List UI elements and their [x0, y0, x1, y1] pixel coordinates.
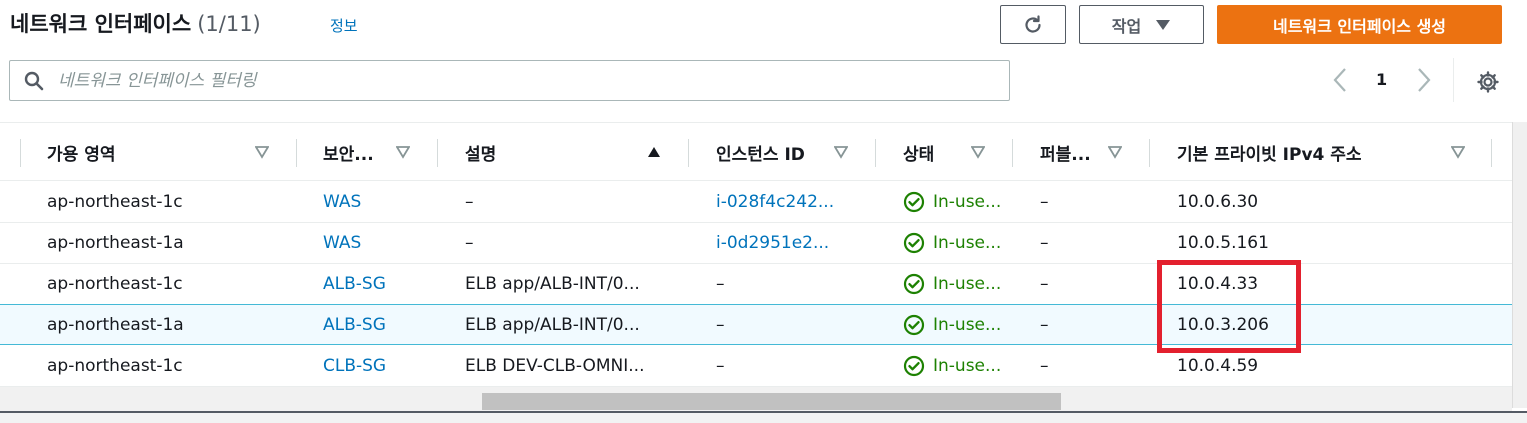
status-label: In-use...	[933, 233, 1002, 253]
column-divider	[688, 139, 689, 167]
cell-security-group-link[interactable]: WAS	[323, 182, 361, 222]
column-divider	[1149, 139, 1150, 167]
cell-az: ap-northeast-1c	[47, 356, 183, 376]
column-header-az[interactable]: 가용 영역	[47, 123, 115, 181]
cell-public-ip: –	[1040, 356, 1049, 376]
cell-instance-link[interactable]: i-0d2951e2...	[716, 223, 829, 263]
table-row[interactable]: ap-northeast-1c WAS – i-028f4c242... In-…	[0, 182, 1512, 223]
cell-public-ip: –	[1040, 233, 1049, 253]
chevron-left-icon[interactable]	[1332, 67, 1348, 93]
sort-down-icon[interactable]	[396, 123, 410, 181]
column-label: 상태	[903, 144, 935, 165]
status-label: In-use...	[933, 192, 1002, 212]
actions-dropdown[interactable]: 작업	[1079, 5, 1204, 44]
column-header-instance-id[interactable]: 인스턴스 ID	[716, 123, 805, 181]
cell-private-ipv4: 10.0.5.161	[1177, 233, 1269, 253]
cell-status: In-use...	[903, 305, 1001, 345]
cell-public-ip: –	[1040, 192, 1049, 212]
column-divider	[20, 139, 21, 167]
cell-instance-link[interactable]: i-028f4c242...	[716, 182, 834, 222]
cell-security-group-link[interactable]: ALB-SG	[323, 305, 386, 345]
create-network-interface-button[interactable]: 네트워크 인터페이스 생성	[1217, 5, 1502, 44]
status-label: In-use...	[933, 274, 1002, 294]
sort-up-icon[interactable]	[647, 123, 661, 181]
filter-search	[9, 60, 1010, 101]
column-label: 기본 프라이빗 IPv4 주소	[1177, 144, 1362, 165]
sort-down-icon[interactable]	[1108, 123, 1122, 181]
column-label: 보안...	[323, 144, 374, 165]
cell-az: ap-northeast-1a	[47, 315, 184, 335]
column-header-public-ip[interactable]: 퍼블...	[1040, 123, 1091, 181]
column-header-description[interactable]: 설명	[465, 123, 496, 181]
gear-icon[interactable]	[1476, 70, 1500, 94]
column-divider	[875, 139, 876, 167]
column-header-security-group[interactable]: 보안...	[323, 123, 374, 181]
sort-down-icon[interactable]	[834, 123, 848, 181]
sort-down-icon[interactable]	[971, 123, 985, 181]
horizontal-scrollbar-thumb[interactable]	[482, 393, 1061, 410]
cell-public-ip: –	[1040, 274, 1049, 294]
column-label: 설명	[465, 144, 497, 165]
current-page[interactable]: 1	[1376, 70, 1387, 89]
table-row[interactable]: ap-northeast-1a WAS – i-0d2951e2... In-u…	[0, 223, 1512, 264]
bottom-strip	[0, 413, 1527, 423]
cell-instance: –	[716, 315, 725, 335]
check-circle-icon	[903, 191, 925, 213]
cell-security-group-link[interactable]: WAS	[323, 223, 361, 263]
table-header: 가용 영역 보안... 설명 인스턴스 ID 상태 퍼블... 기본 프라이빗 …	[0, 122, 1512, 181]
refresh-button[interactable]	[1000, 5, 1066, 44]
cell-description: –	[465, 233, 474, 253]
cell-private-ipv4: 10.0.6.30	[1177, 192, 1259, 212]
column-divider	[296, 139, 297, 167]
check-circle-icon	[903, 314, 925, 336]
check-circle-icon	[903, 273, 925, 295]
cell-az: ap-northeast-1a	[47, 233, 184, 253]
column-label: 인스턴스 ID	[716, 144, 805, 165]
cell-public-ip: –	[1040, 315, 1049, 335]
refresh-icon	[1025, 14, 1041, 33]
cell-az: ap-northeast-1c	[47, 192, 183, 212]
cell-description: ELB DEV-CLB-OMNI...	[465, 356, 645, 376]
sort-down-icon[interactable]	[1451, 123, 1465, 181]
cell-description: –	[465, 192, 474, 212]
column-label: 퍼블...	[1040, 144, 1091, 165]
page-title-text: 네트워크 인터페이스	[10, 12, 192, 36]
column-header-status[interactable]: 상태	[903, 123, 934, 181]
check-circle-icon	[903, 232, 925, 254]
cell-security-group-link[interactable]: ALB-SG	[323, 264, 386, 304]
column-divider	[1012, 139, 1013, 167]
cell-security-group-link[interactable]: CLB-SG	[323, 346, 386, 386]
info-link[interactable]: 정보	[330, 15, 358, 36]
page-title: 네트워크 인터페이스 (1/11)	[10, 8, 261, 38]
search-icon	[24, 71, 44, 91]
vertical-scrollbar[interactable]	[1512, 122, 1527, 408]
chevron-right-icon[interactable]	[1416, 67, 1432, 93]
sort-down-icon[interactable]	[255, 123, 269, 181]
horizontal-scrollbar[interactable]	[0, 387, 1512, 413]
cell-description: ELB app/ALB-INT/0...	[465, 274, 640, 294]
column-header-private-ipv4[interactable]: 기본 프라이빗 IPv4 주소	[1177, 123, 1362, 181]
column-label: 가용 영역	[47, 144, 116, 165]
status-label: In-use...	[933, 356, 1002, 376]
cell-status: In-use...	[903, 182, 1001, 222]
check-circle-icon	[903, 355, 925, 377]
column-divider	[437, 139, 438, 167]
actions-label: 작업	[1111, 16, 1142, 36]
search-input[interactable]	[58, 68, 958, 94]
cell-status: In-use...	[903, 264, 1001, 304]
cell-description: ELB app/ALB-INT/0...	[465, 315, 640, 335]
highlight-annotation-box	[1157, 260, 1301, 353]
cell-instance: –	[716, 274, 725, 294]
column-divider	[1491, 139, 1492, 167]
status-label: In-use...	[933, 315, 1002, 335]
cell-status: In-use...	[903, 346, 1001, 386]
cell-status: In-use...	[903, 223, 1001, 263]
selection-count: (1/11)	[197, 12, 261, 36]
pager-divider	[1453, 58, 1454, 102]
caret-down-icon	[1156, 19, 1171, 30]
cell-instance: –	[716, 356, 725, 376]
cell-az: ap-northeast-1c	[47, 274, 183, 294]
